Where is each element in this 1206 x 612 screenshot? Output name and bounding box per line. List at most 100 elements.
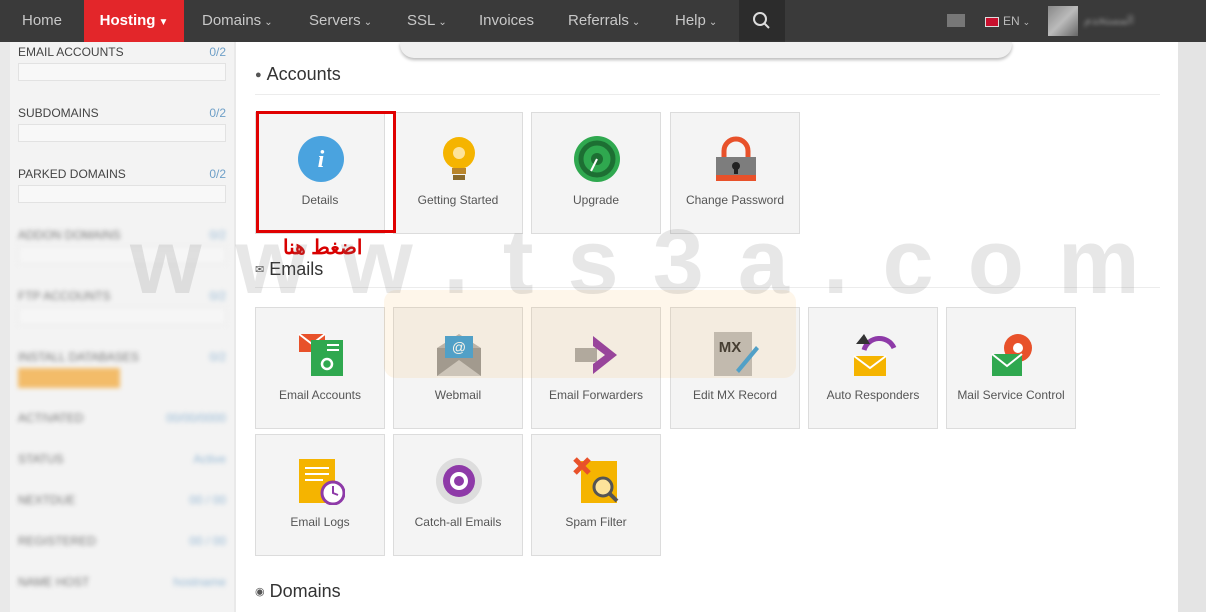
nav-ssl[interactable]: SSL ⌄ bbox=[407, 0, 447, 42]
tile-email-logs[interactable]: Email Logs bbox=[255, 434, 385, 556]
nav-domains[interactable]: Domains ⌄ bbox=[202, 0, 273, 42]
tile-label: Change Password bbox=[685, 193, 785, 207]
nav-help[interactable]: Help ⌄ bbox=[675, 0, 717, 42]
nav-servers-label: Servers bbox=[309, 12, 361, 29]
language-selector[interactable]: EN ⌄ bbox=[985, 12, 1030, 31]
section-title-emails: ✉ Emails bbox=[255, 259, 323, 280]
tile-upgrade[interactable]: Upgrade bbox=[531, 112, 661, 234]
chevron-down-icon: ⌄ bbox=[264, 17, 273, 28]
tile-label: Edit MX Record bbox=[692, 388, 778, 402]
globe-icon: ◉ bbox=[255, 586, 265, 598]
section-title-domains: ◉ Domains bbox=[255, 581, 341, 602]
tile-getting-started[interactable]: Getting Started bbox=[393, 112, 523, 234]
tile-email-forwarders[interactable]: Email Forwarders bbox=[531, 307, 661, 429]
sidebar-row-name-host: NAME HOST hostname bbox=[18, 575, 226, 589]
nav-hosting[interactable]: Hosting ▼ bbox=[84, 0, 184, 42]
nav-hosting-label: Hosting bbox=[99, 12, 156, 29]
sidebar-row-label: SUBDOMAINS bbox=[18, 106, 99, 120]
auto-responder-icon bbox=[853, 334, 897, 376]
tile-label: Upgrade bbox=[572, 193, 620, 207]
highlight-box bbox=[256, 111, 396, 233]
sidebar-row-label: INSTALL DATABASES bbox=[18, 350, 139, 364]
lightbulb-icon bbox=[443, 137, 475, 180]
divider bbox=[255, 287, 1160, 288]
tile-auto-responders[interactable]: Auto Responders bbox=[808, 307, 938, 429]
sidebar: EMAIL ACCOUNTS 0/2 SUBDOMAINS 0/2 PARKED… bbox=[10, 42, 234, 612]
mx-glyph: MX bbox=[719, 339, 742, 356]
header-panel-edge bbox=[400, 42, 1012, 58]
section-title-text: Accounts bbox=[266, 64, 341, 84]
tile-label: Email Accounts bbox=[278, 388, 362, 402]
avatar[interactable] bbox=[1048, 6, 1078, 36]
sidebar-row-label: PARKED DOMAINS bbox=[18, 167, 126, 181]
tile-mail-service-control[interactable]: Mail Service Control bbox=[946, 307, 1076, 429]
tile-webmail[interactable]: @ Webmail bbox=[393, 307, 523, 429]
sidebar-row-email-accounts: EMAIL ACCOUNTS 0/2 bbox=[18, 45, 226, 81]
section-title-text: Domains bbox=[269, 581, 341, 601]
sidebar-row-label: ADDON DOMAINS bbox=[18, 228, 121, 242]
mail-icon[interactable] bbox=[947, 14, 965, 27]
sidebar-row-count: 0/2 bbox=[209, 350, 226, 364]
usage-bar bbox=[18, 124, 226, 142]
upgrade-button[interactable] bbox=[18, 368, 120, 388]
envelope-icon: ✉ bbox=[255, 264, 265, 276]
email-logs-icon bbox=[299, 459, 345, 505]
tile-label: Webmail bbox=[434, 388, 482, 402]
at-glyph: @ bbox=[452, 339, 466, 355]
usage-bar bbox=[18, 307, 226, 325]
nav-home[interactable]: Home bbox=[0, 0, 84, 42]
nav-referrals-label: Referrals bbox=[568, 12, 629, 29]
usage-bar bbox=[18, 185, 226, 203]
tile-email-accounts[interactable]: Email Accounts bbox=[255, 307, 385, 429]
sidebar-row-nextdue: NEXTDUE 00 / 00 bbox=[18, 493, 226, 507]
tile-label: Spam Filter bbox=[565, 515, 627, 529]
nav-servers[interactable]: Servers ⌄ bbox=[309, 0, 372, 42]
sidebar-row-count: 0/2 bbox=[209, 228, 226, 242]
usage-bar bbox=[18, 63, 226, 81]
sidebar-row-count: 0/2 bbox=[209, 289, 226, 303]
catch-all-icon bbox=[436, 458, 482, 504]
tile-label: Catch-all Emails bbox=[414, 515, 502, 529]
sidebar-row-ftp-accounts: FTP ACCOUNTS 0/2 bbox=[18, 289, 226, 325]
sidebar-row-subdomains: SUBDOMAINS 0/2 bbox=[18, 106, 226, 142]
sidebar-row-count: Active bbox=[193, 452, 226, 466]
tile-edit-mx-record[interactable]: MX Edit MX Record bbox=[670, 307, 800, 429]
sidebar-row-parked-domains: PARKED DOMAINS 0/2 bbox=[18, 167, 226, 203]
nav-invoices[interactable]: Invoices bbox=[479, 0, 534, 42]
sidebar-row-activated: ACTIVATED 00/00/0000 bbox=[18, 411, 226, 425]
tile-catch-all-emails[interactable]: Catch-all Emails bbox=[393, 434, 523, 556]
tile-label: Getting Started bbox=[417, 193, 499, 207]
sidebar-row-count: 00 / 00 bbox=[189, 534, 226, 548]
email-accounts-icon bbox=[298, 333, 343, 376]
nav-help-label: Help bbox=[675, 12, 706, 29]
search-icon bbox=[753, 12, 770, 29]
forward-arrow-icon bbox=[575, 336, 617, 374]
chevron-down-icon: ⌄ bbox=[1022, 17, 1031, 27]
sidebar-row-count: 0/2 bbox=[209, 45, 226, 59]
top-navigation-bar: Home Hosting ▼ Domains ⌄ Servers ⌄ SSL ⌄ Inv… bbox=[0, 0, 1206, 42]
sidebar-row-count: 00 / 00 bbox=[189, 493, 226, 507]
sidebar-row-addon-domains: ADDON DOMAINS 0/2 bbox=[18, 228, 226, 264]
sidebar-row-count: 0/2 bbox=[209, 167, 226, 181]
section-title-accounts: ● Accounts bbox=[255, 64, 341, 85]
chevron-down-icon: ⌄ bbox=[363, 17, 373, 28]
search-button[interactable] bbox=[739, 0, 785, 42]
tile-label: Email Forwarders bbox=[548, 388, 644, 402]
nav-referrals[interactable]: Referrals ⌄ bbox=[568, 0, 640, 42]
section-title-text: Emails bbox=[269, 259, 324, 279]
user-name[interactable]: المستخدم bbox=[1084, 13, 1134, 27]
tile-spam-filter[interactable]: Spam Filter bbox=[531, 434, 661, 556]
nav-home-label: Home bbox=[21, 12, 62, 29]
sidebar-row-label: FTP ACCOUNTS bbox=[18, 289, 111, 303]
info-circle-icon: ● bbox=[255, 69, 262, 81]
sidebar-row-count: hostname bbox=[173, 575, 226, 589]
right-gutter bbox=[1178, 42, 1206, 612]
chevron-down-icon: ⌄ bbox=[438, 17, 447, 28]
sidebar-row-status: STATUS Active bbox=[18, 452, 226, 466]
tile-change-password[interactable]: Change Password bbox=[670, 112, 800, 234]
spam-filter-icon bbox=[573, 457, 619, 503]
language-label: EN bbox=[1003, 14, 1020, 28]
annotation-click-here: اضغط هنا bbox=[283, 237, 363, 259]
webmail-icon: @ bbox=[437, 334, 481, 376]
tile-label: Email Logs bbox=[290, 515, 350, 529]
